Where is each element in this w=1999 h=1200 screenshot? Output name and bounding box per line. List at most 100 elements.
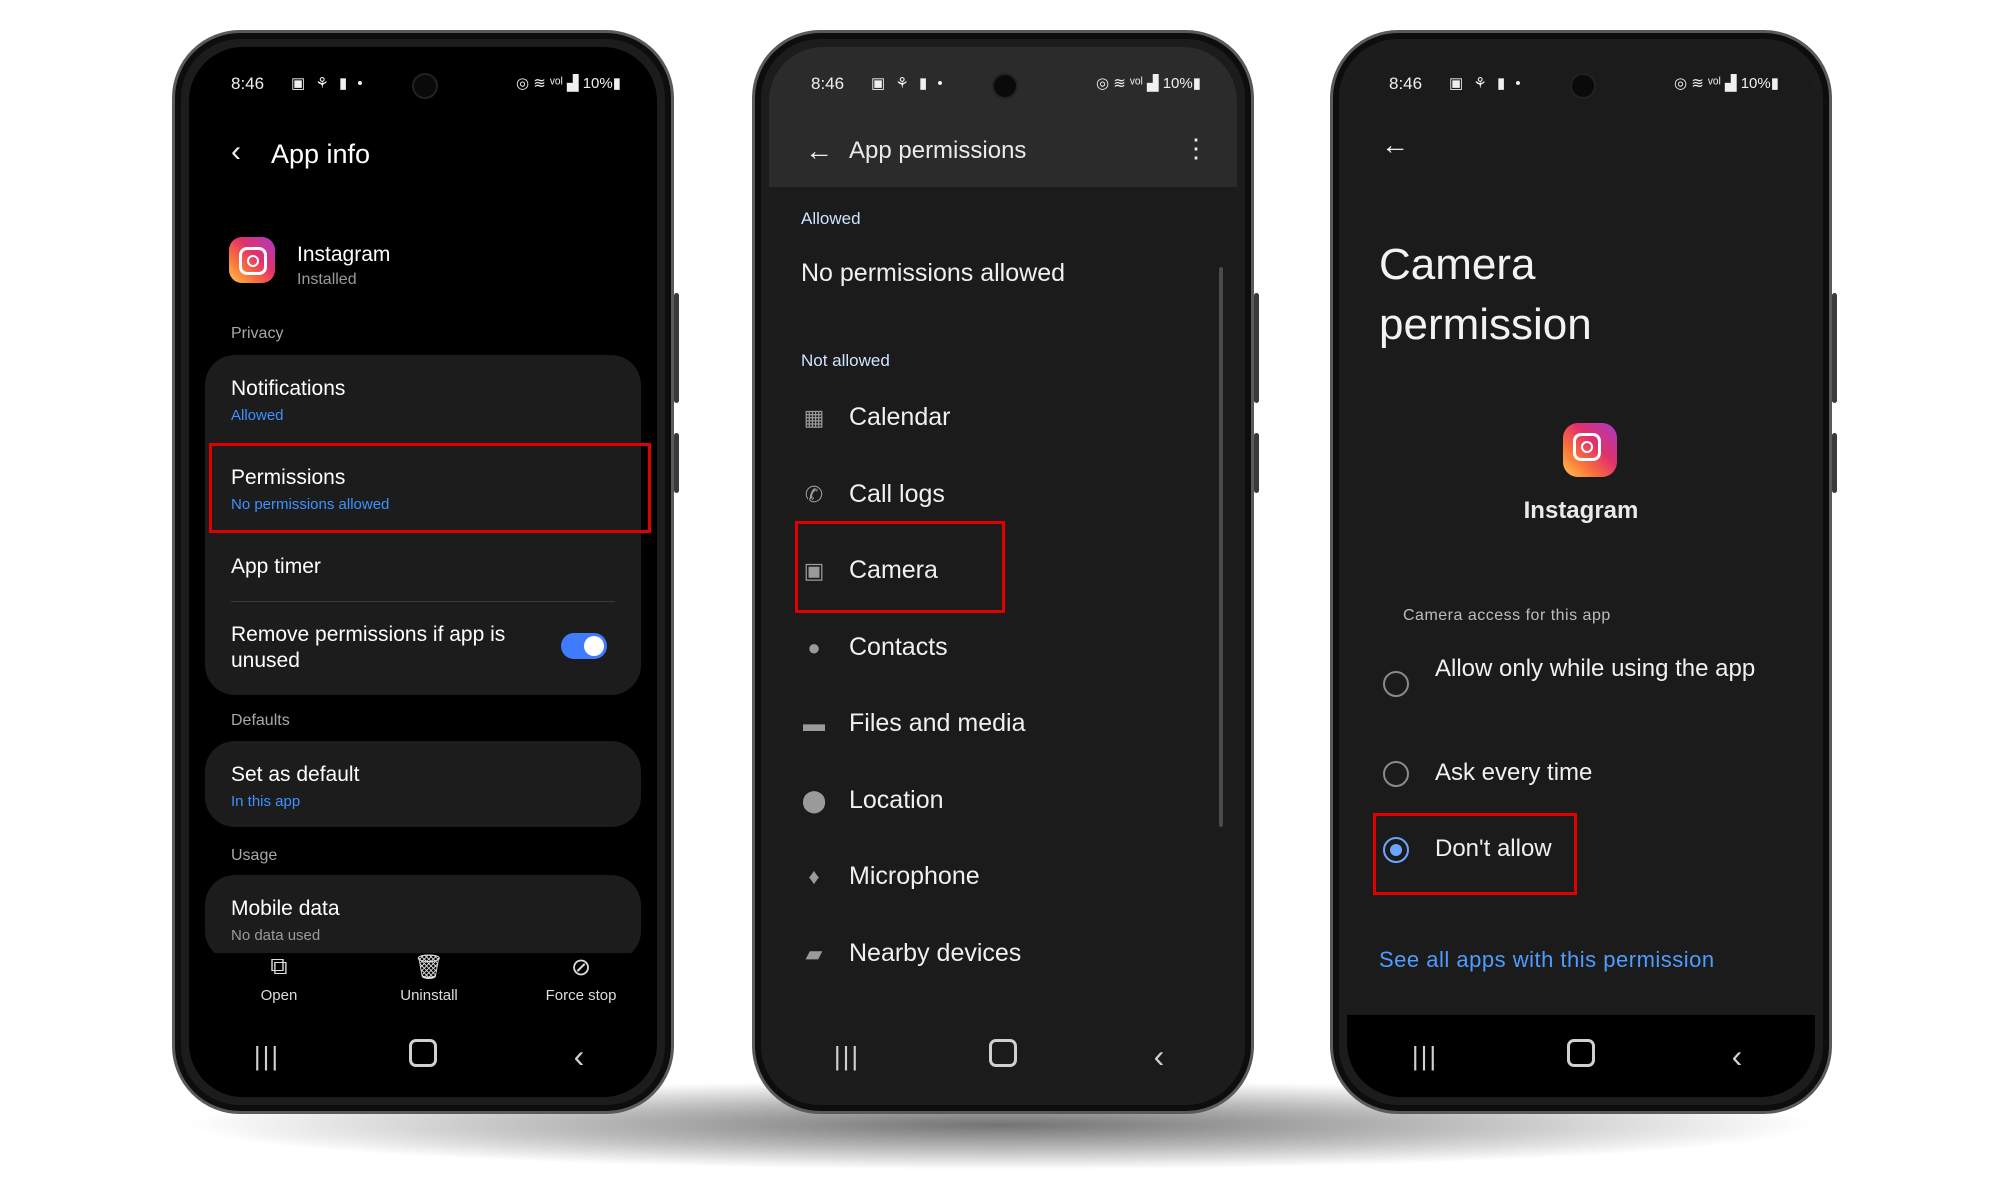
back-arrow-icon[interactable]: ← <box>1381 129 1409 161</box>
page-title: Camera permission <box>1379 235 1739 355</box>
mobile-data-sub: No data used <box>231 927 321 944</box>
back-icon: ‹ <box>573 1037 585 1074</box>
camera-highlight-box <box>795 521 1005 613</box>
volume-button <box>1832 293 1837 403</box>
permission-label: Call logs <box>849 479 945 508</box>
scrollbar[interactable] <box>1219 267 1223 827</box>
home-icon <box>409 1038 437 1067</box>
home-button[interactable] <box>963 1038 1043 1074</box>
navigation-bar: ||| ‹ <box>1347 1015 1815 1097</box>
permission-label: Nearby devices <box>849 938 1022 967</box>
mobile-data-row[interactable]: Mobile data No data used <box>205 875 641 961</box>
status-left-icons: ▣ ⚘ ▮ • <box>871 75 946 92</box>
remove-permissions-title-line2: unused <box>231 649 300 672</box>
camera-access-section-label: Camera access for this app <box>1403 607 1611 624</box>
back-chevron-icon[interactable]: ‹ <box>231 135 241 169</box>
calendar-icon: ▦ <box>803 405 825 430</box>
open-action[interactable]: ⧉ Open <box>219 953 339 1004</box>
phone-app-permissions: 8:46 ▣ ⚘ ▮ • ◎ ≋ ᵛᵒˡ ▟ 10%▮ ← App permis… <box>752 30 1259 1114</box>
recents-button[interactable]: ||| <box>807 1040 887 1072</box>
remove-permissions-title-line1: Remove permissions if app is <box>231 623 506 646</box>
volume-button <box>1254 293 1259 403</box>
screen-app-info: 8:46 ▣ ⚘ ▮ • ◎ ≋ ᵛᵒˡ ▟ 10%▮ ‹ App info I… <box>189 47 657 1097</box>
back-arrow-icon[interactable]: ← <box>805 135 833 167</box>
status-time: 8:46 <box>231 74 265 93</box>
notifications-status: Allowed <box>231 407 284 424</box>
force-stop-label: Force stop <box>545 987 617 1004</box>
recents-icon: ||| <box>833 1041 861 1071</box>
notifications-title: Notifications <box>231 377 346 400</box>
back-button[interactable]: ‹ <box>539 1038 619 1075</box>
permission-label: Calendar <box>849 403 951 431</box>
remove-permissions-toggle[interactable] <box>561 633 607 659</box>
radio-ask-every-time[interactable] <box>1383 761 1409 787</box>
call-log-icon: ✆ <box>804 481 824 507</box>
contacts-icon: ● <box>807 634 821 660</box>
page-title: App permissions <box>849 137 1027 164</box>
radio-allow-while-using[interactable] <box>1383 671 1409 697</box>
remove-permissions-row[interactable]: Remove permissions if app is unused <box>205 605 641 691</box>
navigation-bar: ||| ‹ <box>189 1015 657 1097</box>
uninstall-action[interactable]: 🗑 Uninstall <box>369 953 489 1004</box>
mobile-data-title: Mobile data <box>231 897 340 920</box>
recents-icon: ||| <box>253 1041 281 1071</box>
nearby-devices-icon: ▰ <box>805 940 823 966</box>
option-label: Ask every time <box>1435 759 1593 786</box>
option-label: Allow only while using the app <box>1435 655 1756 682</box>
home-icon <box>1567 1038 1595 1067</box>
set-default-row[interactable]: Set as default In this app <box>205 741 641 827</box>
dont-allow-highlight-box <box>1373 813 1577 895</box>
instagram-app-icon <box>1563 423 1617 477</box>
divider <box>231 601 615 602</box>
app-status: Installed <box>297 271 357 288</box>
defaults-section-label: Defaults <box>231 712 290 729</box>
status-right-icons: ◎ ≋ ᵛᵒˡ ▟ 10%▮ <box>516 75 621 92</box>
navigation-bar: ||| ‹ <box>769 1015 1237 1097</box>
status-left-icons: ▣ ⚘ ▮ • <box>1449 75 1524 92</box>
usage-section-label: Usage <box>231 847 278 864</box>
status-left-icons: ▣ ⚘ ▮ • <box>291 75 366 92</box>
allowed-section-label: Allowed <box>801 209 861 228</box>
force-stop-action[interactable]: ⊘ Force stop <box>521 953 641 1004</box>
instagram-app-icon <box>229 237 275 283</box>
permission-label: Location <box>849 785 944 814</box>
status-time: 8:46 <box>811 74 845 93</box>
front-camera <box>992 73 1018 99</box>
screen-app-permissions: 8:46 ▣ ⚘ ▮ • ◎ ≋ ᵛᵒˡ ▟ 10%▮ ← App permis… <box>769 47 1237 1097</box>
status-right-icons: ◎ ≋ ᵛᵒˡ ▟ 10%▮ <box>1674 75 1779 92</box>
home-button[interactable] <box>383 1038 463 1074</box>
screen-camera-permission: 8:46 ▣ ⚘ ▮ • ◎ ≋ ᵛᵒˡ ▟ 10%▮ ← Camera per… <box>1347 47 1815 1097</box>
recents-button[interactable]: ||| <box>1385 1040 1465 1072</box>
title-line2: permission <box>1379 300 1592 349</box>
back-button[interactable]: ‹ <box>1119 1038 1199 1075</box>
set-default-sub: In this app <box>231 793 301 810</box>
recents-icon: ||| <box>1411 1041 1439 1071</box>
permission-label: Microphone <box>849 862 980 890</box>
open-label: Open <box>260 987 298 1004</box>
privacy-section-label: Privacy <box>231 325 284 342</box>
permission-label: Contacts <box>849 632 948 661</box>
app-name: Instagram <box>297 243 391 266</box>
status-right-icons: ◎ ≋ ᵛᵒˡ ▟ 10%▮ <box>1096 75 1201 92</box>
app-name: Instagram <box>1523 497 1639 524</box>
phone-app-info: 8:46 ▣ ⚘ ▮ • ◎ ≋ ᵛᵒˡ ▟ 10%▮ ‹ App info I… <box>172 30 679 1114</box>
title-line1: Camera <box>1379 240 1536 289</box>
location-icon: ⬤ <box>801 787 827 813</box>
page-title: App info <box>271 139 371 169</box>
back-button[interactable]: ‹ <box>1697 1038 1777 1075</box>
recents-button[interactable]: ||| <box>227 1040 307 1072</box>
not-allowed-section-label: Not allowed <box>801 351 890 370</box>
folder-icon: ▬ <box>803 711 825 736</box>
home-button[interactable] <box>1541 1038 1621 1074</box>
power-button <box>1254 433 1259 493</box>
notifications-row[interactable]: Notifications Allowed <box>205 355 641 437</box>
power-button <box>1832 433 1837 493</box>
phone-camera-permission: 8:46 ▣ ⚘ ▮ • ◎ ≋ ᵛᵒˡ ▟ 10%▮ ← Camera per… <box>1330 30 1837 1114</box>
status-time: 8:46 <box>1389 74 1423 93</box>
app-timer-row[interactable]: App timer <box>205 535 641 595</box>
home-icon <box>989 1038 1017 1067</box>
no-permissions-allowed-text: No permissions allowed <box>801 259 1066 287</box>
see-all-apps-link[interactable]: See all apps with this permission <box>1379 947 1715 973</box>
more-options-icon[interactable]: ⋮ <box>1183 133 1209 164</box>
power-button <box>674 433 679 493</box>
